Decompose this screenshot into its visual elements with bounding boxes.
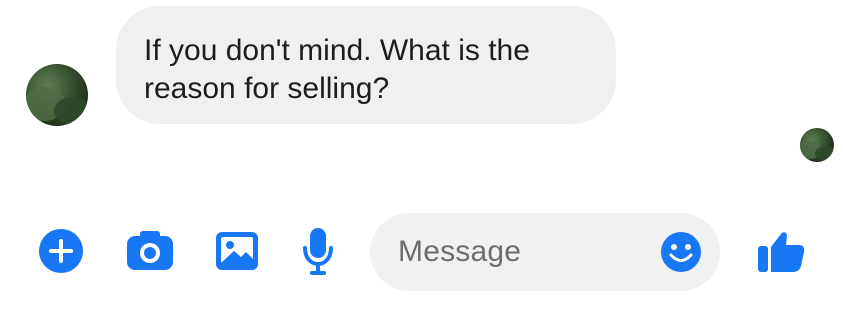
voice-button[interactable] — [300, 224, 336, 278]
like-button[interactable] — [756, 226, 808, 276]
camera-button[interactable] — [124, 228, 176, 274]
emoji-button[interactable] — [660, 231, 702, 273]
plus-icon — [39, 229, 83, 273]
messenger-screen: If you don't mind. What is the reason fo… — [0, 0, 843, 310]
image-icon — [216, 232, 258, 270]
message-text: If you don't mind. What is the reason fo… — [144, 34, 530, 105]
emoji-icon — [661, 232, 701, 272]
sender-avatar[interactable] — [26, 64, 88, 126]
read-receipt-avatar — [800, 128, 834, 162]
message-placeholder: Message — [398, 235, 522, 268]
avatar-hill — [53, 96, 88, 125]
gallery-button[interactable] — [214, 228, 260, 274]
camera-icon — [127, 231, 173, 270]
microphone-icon — [303, 228, 333, 275]
thumbs-up-icon — [758, 232, 805, 272]
avatar-hill — [815, 146, 834, 162]
message-bubble[interactable]: If you don't mind. What is the reason fo… — [116, 6, 616, 124]
add-button[interactable] — [38, 228, 84, 274]
